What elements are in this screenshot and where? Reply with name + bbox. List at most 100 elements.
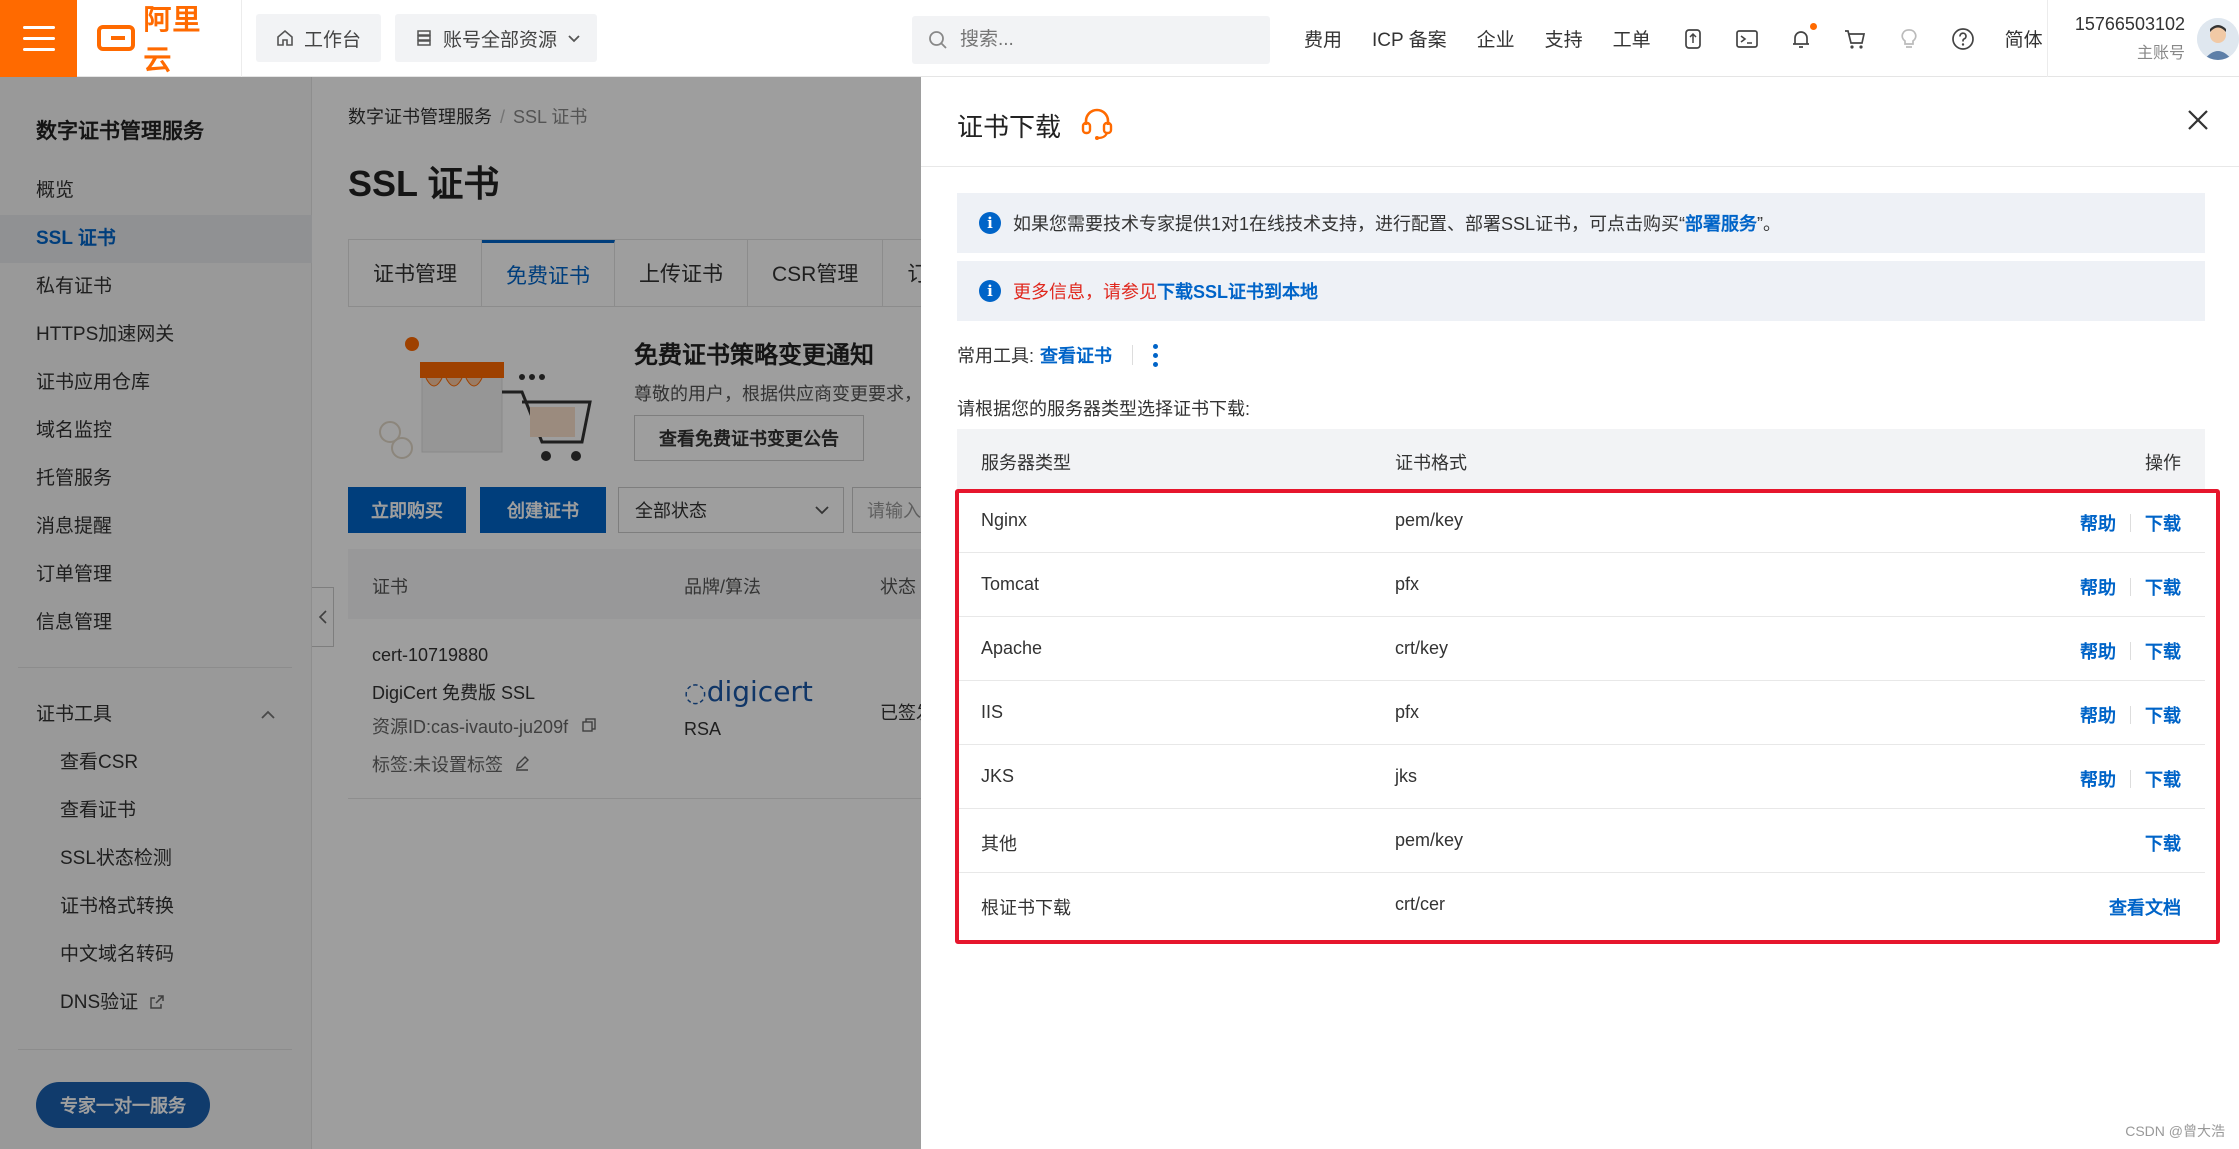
bell-icon[interactable] bbox=[1789, 22, 1817, 51]
server-type: Tomcat bbox=[981, 574, 1040, 594]
table-row: JKS jks 帮助 下载 bbox=[957, 745, 2205, 809]
info-banner-more: i 更多信息，请参见下载SSL证书到本地 bbox=[957, 261, 2205, 321]
download-link[interactable]: 下载 bbox=[2145, 510, 2181, 536]
tools-label: 常用工具: bbox=[957, 346, 1035, 366]
download-link[interactable]: 下载 bbox=[2145, 766, 2181, 792]
row-actions: 查看文档 bbox=[2109, 894, 2181, 920]
table-row: Apache crt/key 帮助 下载 bbox=[957, 617, 2205, 681]
download-link[interactable]: 下载 bbox=[2145, 702, 2181, 728]
account-menu[interactable]: 15766503102 主账号 bbox=[2047, 0, 2239, 77]
close-icon[interactable] bbox=[2185, 107, 2211, 133]
download-ssl-doc-link[interactable]: 下载SSL证书到本地 bbox=[1157, 282, 1318, 302]
download-link[interactable]: 下载 bbox=[2145, 638, 2181, 664]
column-cert-format: 证书格式 bbox=[1395, 453, 1467, 473]
nav-icp[interactable]: ICP 备案 bbox=[1372, 25, 1447, 52]
tools-divider bbox=[1132, 345, 1134, 365]
cert-format: pem/key bbox=[1395, 510, 1464, 530]
nav-support[interactable]: 支持 bbox=[1545, 25, 1583, 52]
help-link[interactable]: 帮助 bbox=[2080, 574, 2116, 600]
search-box[interactable] bbox=[912, 16, 1270, 64]
info-deploy-text: 如果您需要技术专家提供1对1在线技术支持，进行配置、部署SSL证书，可点击购买“… bbox=[1013, 210, 1781, 236]
server-type: 其他 bbox=[981, 834, 1017, 854]
row-actions: 帮助 下载 bbox=[2080, 574, 2181, 600]
cart-icon[interactable] bbox=[1843, 27, 1867, 51]
search-icon bbox=[929, 31, 947, 49]
terminal-icon[interactable] bbox=[1735, 27, 1759, 51]
cert-format: crt/cer bbox=[1395, 894, 1446, 914]
app-icon[interactable] bbox=[1681, 27, 1705, 51]
list-icon bbox=[417, 30, 431, 46]
download-table-header: 服务器类型 证书格式 操作 bbox=[957, 429, 2205, 489]
column-server-type: 服务器类型 bbox=[981, 453, 1071, 473]
table-row: 其他 pem/key 下载 bbox=[957, 809, 2205, 873]
help-link[interactable]: 帮助 bbox=[2080, 638, 2116, 664]
headset-icon[interactable] bbox=[1079, 105, 1115, 141]
account-phone: 15766503102 bbox=[2074, 14, 2185, 34]
avatar[interactable] bbox=[2197, 17, 2239, 60]
top-nav: 费用 ICP 备案 企业 支持 工单 简体 bbox=[1304, 0, 2073, 77]
view-cert-link[interactable]: 查看证书 bbox=[1040, 342, 1112, 368]
info-banner-deploy: i 如果您需要技术专家提供1对1在线技术支持，进行配置、部署SSL证书，可点击购… bbox=[957, 193, 2205, 253]
watermark: CSDN @曾大浩 bbox=[2125, 1123, 2225, 1139]
logo-text: 阿里云 bbox=[143, 4, 202, 75]
row-actions: 帮助 下载 bbox=[2080, 702, 2181, 728]
server-type: Nginx bbox=[981, 510, 1028, 530]
account-role: 主账号 bbox=[2136, 45, 2185, 62]
home-icon bbox=[277, 29, 293, 46]
deploy-service-link[interactable]: 部署服务 bbox=[1685, 214, 1757, 234]
cert-format: pfx bbox=[1395, 574, 1420, 594]
cert-format: crt/key bbox=[1395, 638, 1449, 658]
language-switch[interactable]: 简体 bbox=[2005, 25, 2043, 52]
row-actions: 帮助 下载 bbox=[2080, 510, 2181, 536]
server-type: IIS bbox=[981, 702, 1004, 722]
row-actions: 下载 bbox=[2145, 830, 2181, 856]
cert-format: jks bbox=[1395, 766, 1417, 786]
info-more-prefix: 更多信息，请参见 bbox=[1013, 282, 1157, 302]
resource-label: 账号全部资源 bbox=[443, 29, 558, 51]
nav-enterprise[interactable]: 企业 bbox=[1477, 25, 1515, 52]
server-type: JKS bbox=[981, 766, 1015, 786]
choose-server-tip: 请根据您的服务器类型选择证书下载: bbox=[957, 399, 1250, 419]
cert-download-drawer: 证书下载 i 如果您需要技术专家提供1对1在线技术支持，进行配置、部署SSL证书… bbox=[921, 77, 2239, 1149]
server-type: 根证书下载 bbox=[981, 898, 1071, 918]
table-row: Tomcat pfx 帮助 下载 bbox=[957, 553, 2205, 617]
table-row: IIS pfx 帮助 下载 bbox=[957, 681, 2205, 745]
workbench-button[interactable]: 工作台 bbox=[256, 14, 382, 62]
info-deploy-suffix: ”。 bbox=[1757, 214, 1782, 234]
table-row: Nginx pem/key 帮助 下载 bbox=[957, 489, 2205, 553]
bulb-icon[interactable] bbox=[1897, 27, 1921, 51]
help-link[interactable]: 帮助 bbox=[2080, 766, 2116, 792]
more-icon[interactable] bbox=[1153, 343, 1159, 367]
download-link[interactable]: 下载 bbox=[2145, 830, 2181, 856]
info-more-text: 更多信息，请参见下载SSL证书到本地 bbox=[1013, 278, 1318, 304]
download-table: 服务器类型 证书格式 操作 Nginx pem/key 帮助 下载 Tomcat … bbox=[957, 429, 2205, 937]
info-icon: i bbox=[979, 280, 1001, 302]
chevron-down-icon bbox=[568, 35, 580, 43]
nav-fees[interactable]: 费用 bbox=[1304, 25, 1342, 52]
help-icon[interactable] bbox=[1951, 27, 1975, 51]
common-tools: 常用工具: 查看证书 bbox=[957, 342, 1159, 368]
nav-ticket[interactable]: 工单 bbox=[1613, 25, 1651, 52]
drawer-title: 证书下载 bbox=[957, 112, 1062, 142]
top-bar: 阿里云 工作台 账号全部资源 费用 ICP 备案 企业 支持 工单 简体 157… bbox=[0, 0, 2239, 77]
column-actions: 操作 bbox=[2145, 453, 2181, 473]
info-icon: i bbox=[979, 212, 1001, 234]
download-link[interactable]: 下载 bbox=[2145, 574, 2181, 600]
help-link[interactable]: 帮助 bbox=[2080, 510, 2116, 536]
aliyun-logo[interactable]: 阿里云 bbox=[77, 0, 242, 77]
workbench-label: 工作台 bbox=[304, 29, 362, 51]
table-row: 根证书下载 crt/cer 查看文档 bbox=[957, 873, 2205, 937]
help-link[interactable]: 帮助 bbox=[2080, 702, 2116, 728]
logo-mark-icon bbox=[97, 25, 136, 51]
cert-format: pfx bbox=[1395, 702, 1420, 722]
info-deploy-prefix: 如果您需要技术专家提供1对1在线技术支持，进行配置、部署SSL证书，可点击购买“ bbox=[1013, 214, 1686, 234]
view-docs-link[interactable]: 查看文档 bbox=[2109, 894, 2181, 920]
menu-icon[interactable] bbox=[0, 0, 77, 77]
notification-dot bbox=[1809, 22, 1817, 30]
drawer-header: 证书下载 bbox=[921, 77, 2239, 167]
resource-selector[interactable]: 账号全部资源 bbox=[395, 14, 598, 62]
server-type: Apache bbox=[981, 638, 1043, 658]
cert-format: pem/key bbox=[1395, 830, 1464, 850]
row-actions: 帮助 下载 bbox=[2080, 638, 2181, 664]
search-input[interactable] bbox=[960, 29, 1240, 51]
